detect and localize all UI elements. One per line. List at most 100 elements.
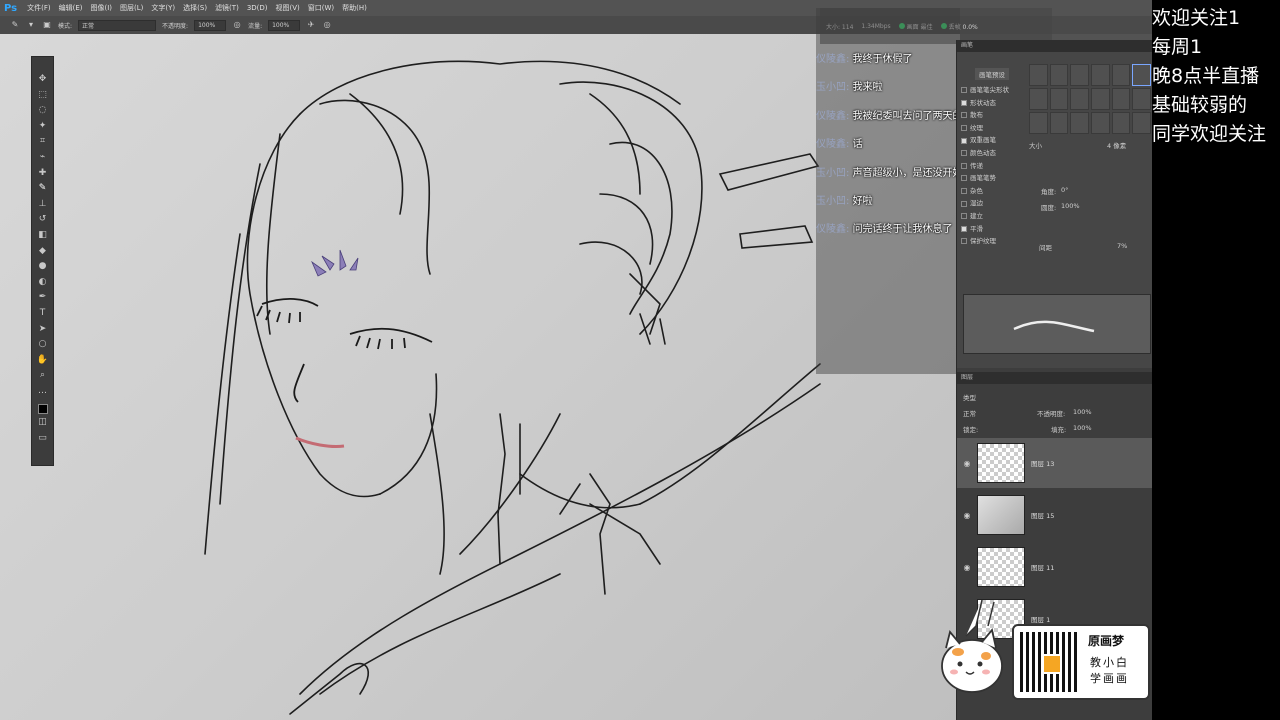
brush-panel-tab[interactable]: 画笔 — [957, 40, 1152, 52]
fill-value[interactable]: 100% — [1073, 424, 1092, 432]
brush-option[interactable]: 建立 — [961, 210, 1023, 223]
layer-row[interactable]: ◉ 图层 13 — [957, 438, 1152, 488]
brush-option[interactable]: 平滑 — [961, 223, 1023, 236]
dodge-tool-icon[interactable]: ◐ — [36, 276, 50, 290]
brush-tip[interactable] — [1132, 88, 1151, 110]
history-brush-tool-icon[interactable]: ↺ — [36, 213, 50, 227]
type-tool-icon[interactable]: T — [36, 307, 50, 321]
pen-tool-icon[interactable]: ✒ — [36, 291, 50, 305]
brush-tip[interactable] — [1090, 112, 1110, 134]
checkbox[interactable] — [961, 99, 967, 106]
brush-option[interactable]: 散布 — [961, 109, 1023, 122]
layer-name[interactable]: 图层 11 — [1031, 562, 1054, 572]
brush-tip[interactable] — [1111, 112, 1131, 134]
layers-panel-tab[interactable]: 图层 — [957, 372, 1152, 384]
paint-bucket-tool-icon[interactable]: ◆ — [36, 245, 50, 259]
size-value[interactable]: 4 像素 — [1107, 140, 1126, 150]
quick-mask-icon[interactable]: ◫ — [36, 416, 50, 430]
brush-presets-button[interactable]: 画笔预设 — [975, 68, 1009, 80]
checkbox[interactable] — [961, 112, 967, 119]
brush-tip[interactable] — [1029, 88, 1048, 110]
menu-help[interactable]: 帮助(H) — [338, 3, 371, 13]
brush-tip[interactable] — [1132, 112, 1151, 134]
opacity-field[interactable]: 100% — [194, 19, 227, 31]
blur-tool-icon[interactable]: ● — [36, 260, 50, 274]
brush-option[interactable]: 颜色动态 — [961, 147, 1023, 160]
brush-preset-picker-icon[interactable]: ▾ — [26, 20, 36, 30]
clone-stamp-tool-icon[interactable]: ⊥ — [36, 198, 50, 212]
layer-opacity-value[interactable]: 100% — [1073, 408, 1092, 416]
brush-tip[interactable] — [1132, 64, 1151, 86]
shape-tool-icon[interactable]: ○ — [36, 338, 50, 352]
brush-option[interactable]: 形状动态 — [961, 97, 1023, 110]
roundness-value[interactable]: 100% — [1061, 202, 1080, 210]
checkbox[interactable] — [961, 225, 967, 232]
magic-wand-tool-icon[interactable]: ✦ — [36, 120, 50, 134]
brush-panel-toggle-icon[interactable]: ▣ — [42, 20, 52, 30]
checkbox[interactable] — [961, 87, 967, 94]
brush-tip[interactable] — [1049, 88, 1069, 110]
checkbox[interactable] — [961, 200, 967, 207]
menu-3d[interactable]: 3D(D) — [243, 4, 272, 12]
menu-window[interactable]: 窗口(W) — [304, 3, 338, 13]
brush-tip[interactable] — [1049, 64, 1069, 86]
zoom-tool-icon[interactable]: ⌕ — [36, 369, 50, 383]
layer-name[interactable]: 图层 15 — [1031, 510, 1054, 520]
menu-select[interactable]: 选择(S) — [179, 3, 211, 13]
menu-type[interactable]: 文字(Y) — [147, 3, 179, 13]
checkbox[interactable] — [961, 150, 967, 157]
spacing-value[interactable]: 7% — [1117, 242, 1127, 250]
menu-image[interactable]: 图像(I) — [87, 3, 117, 13]
brush-option[interactable]: 纹理 — [961, 122, 1023, 135]
brush-tip[interactable] — [1090, 88, 1110, 110]
brush-option[interactable]: 杂色 — [961, 185, 1023, 198]
brush-tip[interactable] — [1070, 64, 1089, 86]
brush-option[interactable]: 画笔笔尖形状 — [961, 84, 1023, 97]
checkbox[interactable] — [961, 137, 967, 144]
menu-file[interactable]: 文件(F) — [23, 3, 55, 13]
brush-option[interactable]: 双重画笔 — [961, 134, 1023, 147]
pressure-size-icon[interactable]: ◎ — [322, 20, 332, 30]
visibility-eye-icon[interactable]: ◉ — [957, 563, 977, 572]
menu-view[interactable]: 视图(V) — [272, 3, 304, 13]
layer-row[interactable]: ◉ 图层 15 — [957, 490, 1152, 540]
layer-row[interactable]: ◉ 图层 11 — [957, 542, 1152, 592]
path-selection-tool-icon[interactable]: ➤ — [36, 323, 50, 337]
more-tools-icon[interactable]: … — [36, 385, 50, 399]
crop-tool-icon[interactable]: ⌗ — [36, 135, 50, 149]
angle-value[interactable]: 0° — [1061, 186, 1068, 194]
brush-tip[interactable] — [1090, 64, 1110, 86]
checkbox[interactable] — [961, 175, 967, 182]
layer-name[interactable]: 图层 1 — [1031, 614, 1050, 624]
brush-tip[interactable] — [1049, 112, 1069, 134]
visibility-eye-icon[interactable]: ◉ — [957, 459, 977, 468]
brush-option[interactable]: 画笔笔势 — [961, 172, 1023, 185]
layer-name[interactable]: 图层 13 — [1031, 458, 1054, 468]
blend-mode-select[interactable]: 正常 — [963, 408, 976, 418]
layer-kind-filter[interactable]: 类型 — [963, 392, 976, 402]
checkbox[interactable] — [961, 162, 967, 169]
flow-field[interactable]: 100% — [268, 19, 301, 31]
screen-mode-icon[interactable]: ▭ — [36, 432, 50, 446]
brush-tip[interactable] — [1111, 88, 1131, 110]
brush-option[interactable]: 湿边 — [961, 197, 1023, 210]
brush-tool-icon[interactable]: ✎ — [36, 182, 50, 196]
brush-tip[interactable] — [1111, 64, 1131, 86]
checkbox[interactable] — [961, 238, 967, 245]
mode-select[interactable]: 正常 — [78, 19, 157, 31]
checkbox[interactable] — [961, 125, 967, 132]
hand-tool-icon[interactable]: ✋ — [36, 354, 50, 368]
pressure-opacity-icon[interactable]: ◎ — [232, 20, 242, 30]
brush-tip[interactable] — [1029, 112, 1048, 134]
visibility-eye-icon[interactable]: ◉ — [957, 511, 977, 520]
marquee-tool-icon[interactable]: ⬚ — [36, 89, 50, 103]
lasso-tool-icon[interactable]: ◌ — [36, 104, 50, 118]
menu-edit[interactable]: 编辑(E) — [55, 3, 87, 13]
foreground-color-swatch[interactable] — [37, 404, 48, 415]
brush-option[interactable]: 保护纹理 — [961, 235, 1023, 248]
menu-filter[interactable]: 滤镜(T) — [211, 3, 243, 13]
healing-brush-tool-icon[interactable]: ✚ — [36, 167, 50, 181]
eraser-tool-icon[interactable]: ◧ — [36, 229, 50, 243]
brush-tool-icon[interactable]: ✎ — [10, 20, 20, 30]
eyedropper-tool-icon[interactable]: ⌁ — [36, 151, 50, 165]
